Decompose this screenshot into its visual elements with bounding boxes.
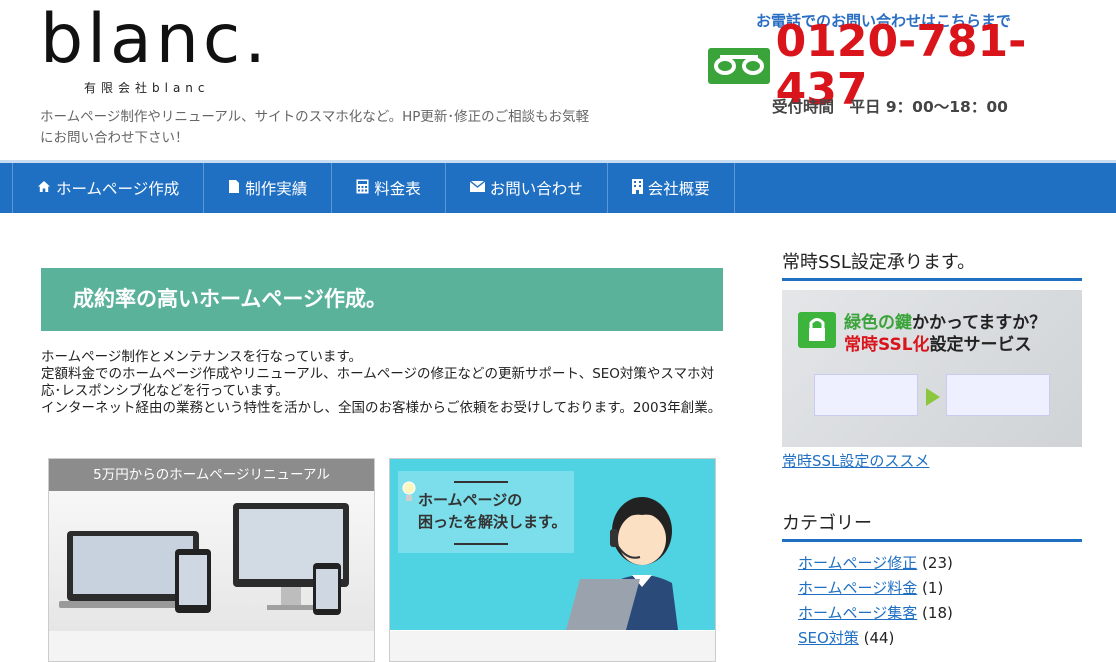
envelope-icon <box>469 179 486 196</box>
card-footer <box>390 631 715 661</box>
home-icon <box>37 180 51 197</box>
ssl-banner-line2: 常時SSL化設定サービス <box>844 330 1032 355</box>
category-item: ホームページ集客 (18) <box>782 602 1082 627</box>
category-item: ホームページ修正 (23) <box>782 552 1082 577</box>
category-count: (1) <box>922 579 944 597</box>
support-line: 困ったを解決します。 <box>418 513 567 531</box>
nav-label: ホームページ作成 <box>56 180 180 198</box>
document-icon <box>228 179 240 198</box>
ssl-text: 設定サービス <box>929 335 1032 355</box>
support-line: ホームページの <box>418 491 523 509</box>
nav-item-contact[interactable]: お問い合わせ <box>444 163 607 213</box>
category-link[interactable]: ホームページ料金 <box>798 579 917 597</box>
logo-text: blanc. <box>40 0 270 79</box>
category-item: SEO対策 (44) <box>782 627 1082 652</box>
business-hours: 受付時間 平日 9：00～18：00 <box>772 98 1008 116</box>
support-card-text: ホームページの 困ったを解決します。 <box>418 489 567 533</box>
operator-illustration <box>566 497 678 630</box>
arrow-right-icon <box>926 388 940 406</box>
building-icon <box>631 178 643 198</box>
lightbulb-icon <box>402 481 416 501</box>
devices-image <box>49 491 374 631</box>
calculator-icon <box>356 179 369 198</box>
phone-block[interactable]: 0120-781-437 <box>708 18 1116 114</box>
nav-label: お問い合わせ <box>489 180 583 198</box>
ssl-widget-title: 常時SSL設定承ります。 <box>782 248 1082 281</box>
category-link[interactable]: SEO対策 <box>798 629 859 647</box>
ssl-link[interactable]: 常時SSL設定のススメ <box>782 450 1082 471</box>
freedial-icon <box>708 48 770 84</box>
lock-icon <box>798 312 836 348</box>
sidebar: 常時SSL設定承ります。 緑色の鍵かかってますか？ 常時SSL化設定サービス 常… <box>782 248 1082 652</box>
browser-mock-insecure <box>814 374 918 416</box>
nav-item-homepage-creation[interactable]: ホームページ作成 <box>12 163 203 213</box>
site-logo[interactable]: blanc. 有限会社blanc <box>40 4 300 100</box>
support-card[interactable]: ホームページの 困ったを解決します。 <box>389 458 716 662</box>
ssl-banner[interactable]: 緑色の鍵かかってますか？ 常時SSL化設定サービス <box>782 290 1082 447</box>
main-nav: ホームページ作成 制作実績 料金表 お問い合わせ 会社概要 <box>0 160 1116 213</box>
category-list: ホームページ修正 (23) ホームページ料金 (1) ホームページ集客 (18)… <box>782 552 1082 652</box>
category-count: (23) <box>922 554 953 572</box>
browser-mock-secure <box>946 374 1050 416</box>
renewal-card[interactable]: 5万円からのホームページリニューアル <box>48 458 375 662</box>
category-count: (18) <box>922 604 953 622</box>
nav-item-works[interactable]: 制作実績 <box>203 163 331 213</box>
intro-text: ホームページ制作とメンテナンスを行なっています。 定額料金でのホームページ作成や… <box>41 349 723 417</box>
ssl-highlight-red: 常時SSL化 <box>844 335 930 355</box>
nav-label: 会社概要 <box>647 180 710 198</box>
category-link[interactable]: ホームページ修正 <box>798 554 917 572</box>
category-widget-title: カテゴリー <box>782 509 1082 542</box>
category-link[interactable]: ホームページ集客 <box>798 604 917 622</box>
site-header: blanc. 有限会社blanc ホームページ制作やリニューアル、サイトのスマホ… <box>0 0 1116 160</box>
intro-line: インターネット経由の業務という特性を活かし、全国のお客様からご依頼をお受けしてお… <box>41 400 722 416</box>
intro-line: 定額料金でのホームページ作成やリニューアル、ホームページの修正などの更新サポート… <box>41 366 715 399</box>
card-footer <box>49 631 374 661</box>
support-image: ホームページの 困ったを解決します。 <box>390 459 715 630</box>
nav-item-pricing[interactable]: 料金表 <box>331 163 445 213</box>
renewal-card-title: 5万円からのホームページリニューアル <box>49 459 374 491</box>
category-count: (44) <box>863 629 895 647</box>
section-headline: 成約率の高いホームページ作成。 <box>41 268 723 331</box>
site-tagline: ホームページ制作やリニューアル、サイトのスマホ化など。HP更新･修正のご相談もお… <box>40 109 590 146</box>
nav-label: 料金表 <box>374 180 421 198</box>
feature-cards: 5万円からのホームページリニューアル ホームページの 困ったを解決します。 <box>48 458 716 662</box>
nav-item-company[interactable]: 会社概要 <box>606 163 735 213</box>
nav-label: 制作実績 <box>245 180 308 198</box>
intro-line: ホームページ制作とメンテナンスを行なっています。 <box>41 349 363 365</box>
logo-subtext: 有限会社blanc <box>84 81 210 95</box>
main-content: 成約率の高いホームページ作成。 ホームページ制作とメンテナンスを行なっています。… <box>41 268 723 417</box>
category-item: ホームページ料金 (1) <box>782 577 1082 602</box>
